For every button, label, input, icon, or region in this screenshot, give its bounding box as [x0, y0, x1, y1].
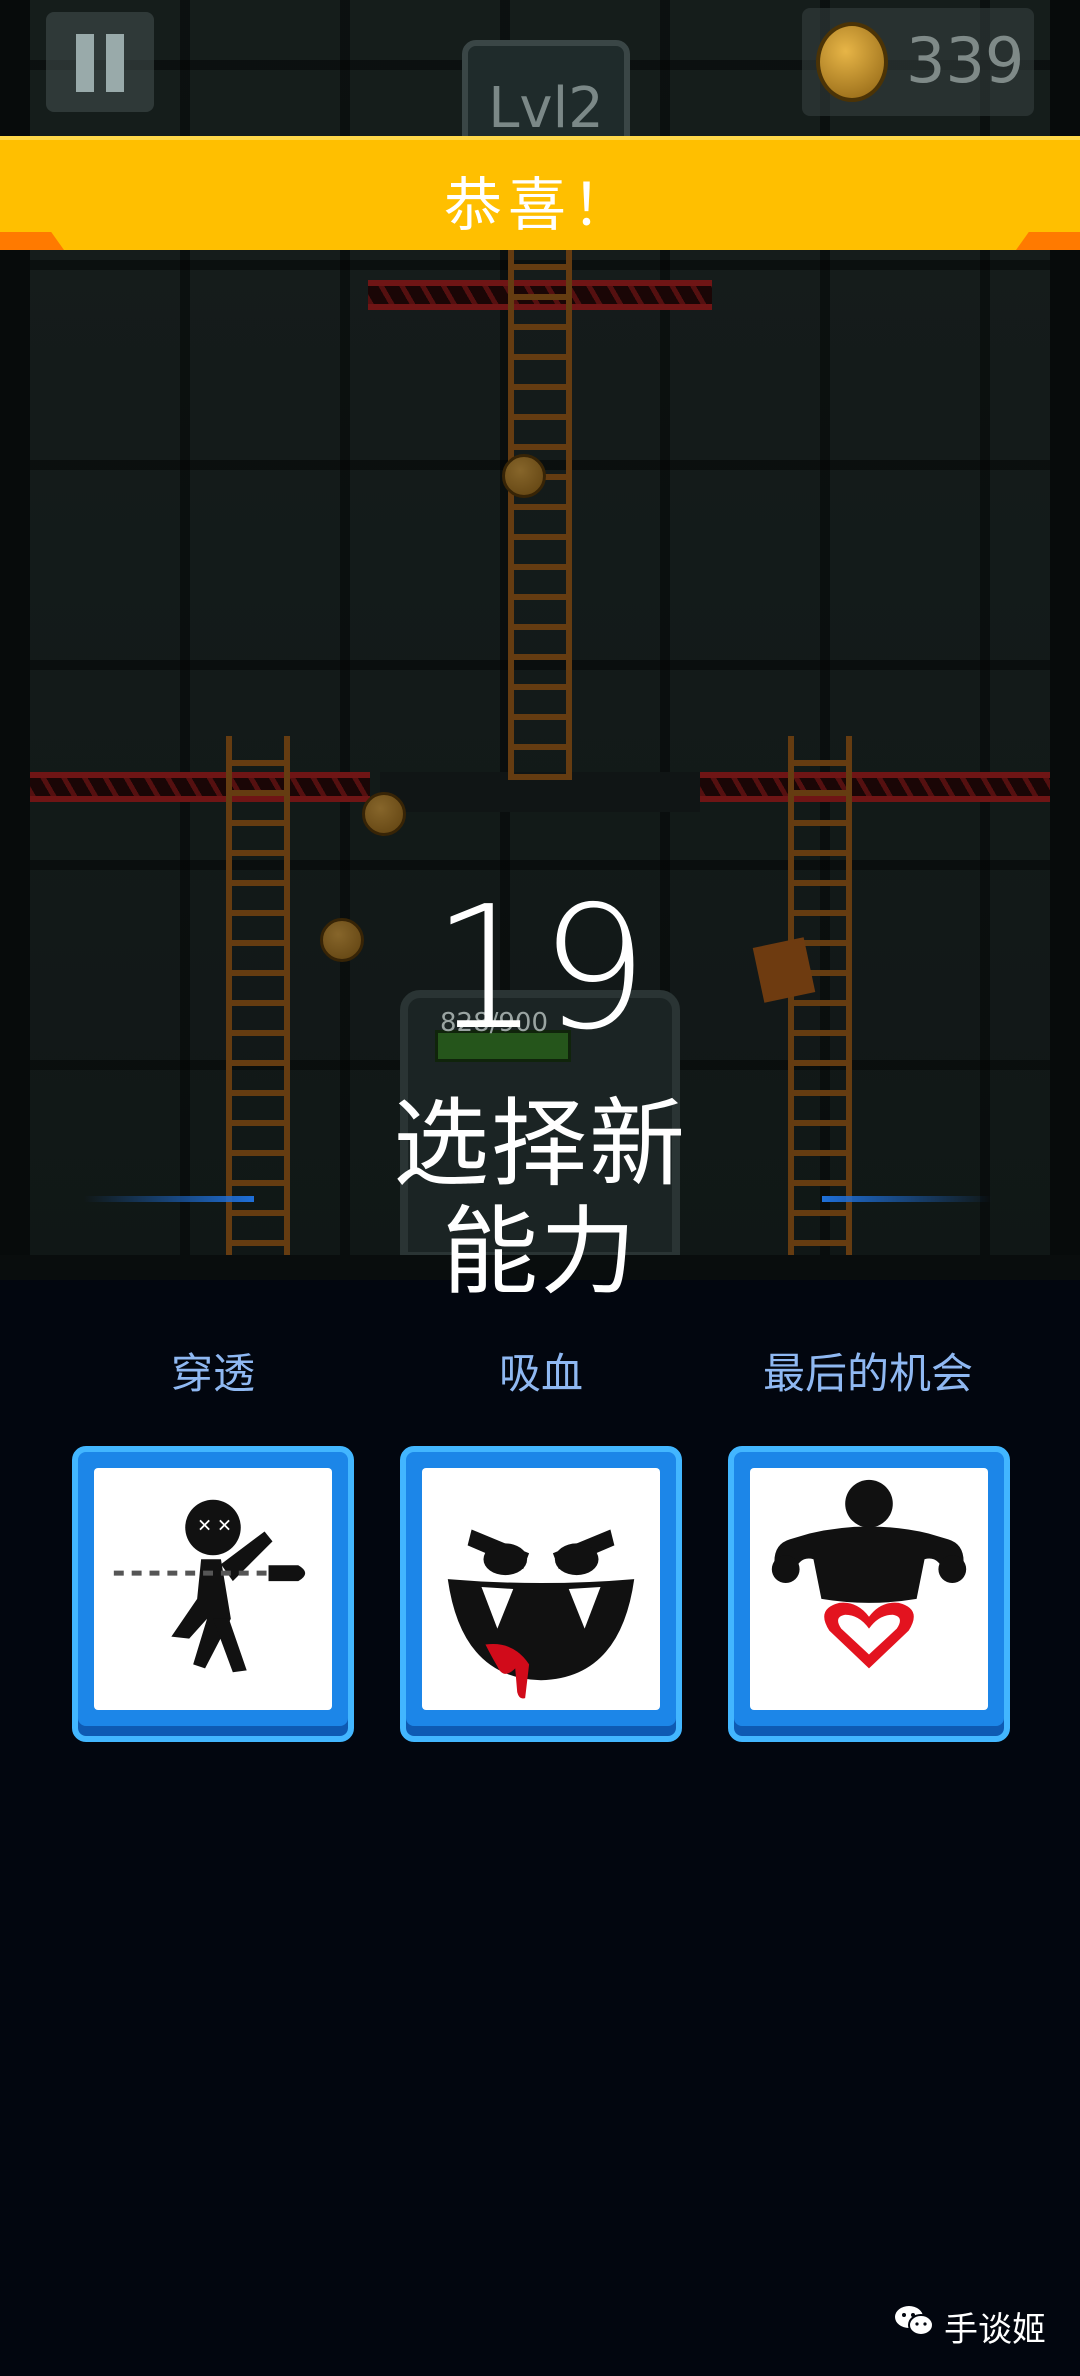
ability-card-last-chance[interactable] [728, 1446, 1010, 1742]
glow-line-right [822, 1196, 992, 1202]
coin-counter: 339 [802, 8, 1034, 116]
last-chance-icon [771, 1479, 967, 1669]
svg-text:✕: ✕ [217, 1515, 232, 1536]
pierce-icon: ✕ ✕ [113, 1499, 306, 1673]
congrats-banner: 恭喜！ [0, 136, 1080, 250]
ability-card-pierce[interactable]: ✕ ✕ [72, 1446, 354, 1742]
prompt-line-2: 能力 [442, 1196, 638, 1308]
vampire-icon [447, 1529, 635, 1699]
ability-label-last-chance: 最后的机会 [762, 1349, 973, 1398]
svg-text:✕: ✕ [197, 1515, 212, 1536]
coin-icon [816, 22, 888, 102]
glow-line-left [84, 1196, 254, 1202]
pause-icon-bar [106, 34, 124, 92]
wechat-icon [895, 2306, 934, 2336]
watermark-text: 手谈姬 [944, 2310, 1046, 2350]
choose-ability-prompt: 选择新 能力 [340, 1090, 740, 1306]
ability-label-vampire: 吸血 [498, 1349, 583, 1398]
ability-label-pierce: 穿透 [170, 1349, 255, 1398]
watermark: 手谈姬 [895, 2302, 1046, 2351]
pause-button[interactable] [46, 12, 154, 112]
ability-card-vampire[interactable] [400, 1446, 682, 1742]
level-label: Lvl2 [488, 76, 604, 141]
countdown-timer: 19 [431, 870, 649, 1068]
prompt-line-1: 选择新 [393, 1088, 687, 1200]
pause-icon [76, 34, 94, 92]
banner-title: 恭喜！ [443, 171, 636, 239]
coin-count: 339 [906, 24, 1025, 97]
